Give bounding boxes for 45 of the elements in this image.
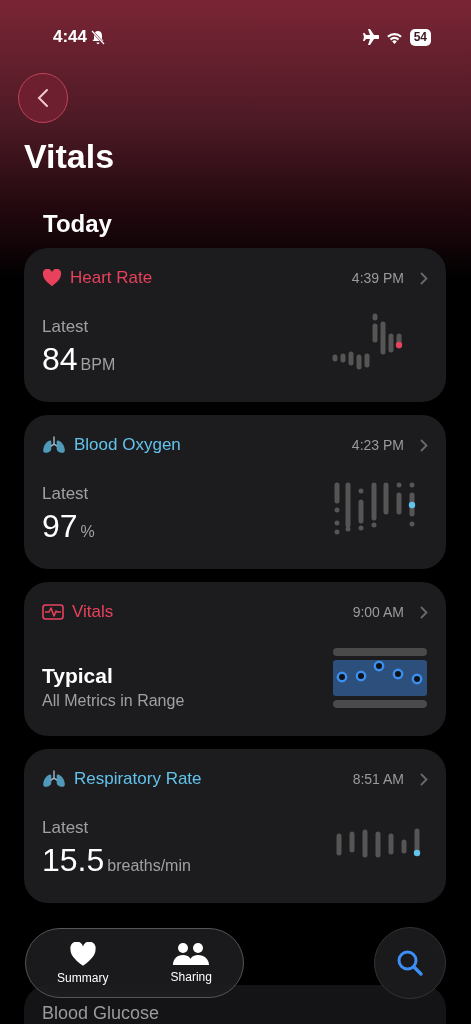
lungs-icon — [42, 436, 66, 454]
metric-value: 15.5 — [42, 842, 105, 879]
detail-text: All Metrics in Range — [42, 692, 185, 709]
card-title: Heart Rate — [70, 268, 153, 288]
time-label: 4:23 PM — [351, 437, 404, 453]
clock-time: 4:44 — [53, 27, 88, 47]
time-label: 8:51 AM — [352, 771, 404, 787]
card-title: Blood Glucose — [42, 1003, 160, 1023]
time-label: 9:00 AM — [352, 604, 404, 620]
bell-slash-icon — [91, 29, 106, 45]
airplane-icon — [360, 29, 379, 45]
lungs-icon — [42, 770, 66, 788]
battery-level: 54 — [409, 28, 431, 46]
card-title: Vitals — [72, 602, 114, 622]
vital-card[interactable]: Respiratory Rate 8:51 AM Latest 15.5 breaths/min — [24, 749, 446, 903]
page-title: Vitals — [24, 137, 116, 176]
section-heading: Today — [43, 210, 113, 238]
heart-icon — [68, 941, 97, 967]
vital-card[interactable]: Vitals 9:00 AM Typical All Metrics in Range — [24, 582, 446, 736]
metric-value: 84 — [42, 341, 78, 378]
metric-label: Latest — [42, 484, 90, 504]
search-icon — [396, 949, 424, 977]
card-title: Blood Oxygen — [74, 435, 181, 455]
heart-icon — [42, 269, 62, 287]
metric-label: Latest — [42, 818, 90, 838]
card-title: Respiratory Rate — [74, 769, 202, 789]
status-text: Typical — [42, 664, 114, 688]
metric-value: 97 — [42, 508, 78, 545]
unit-label: % — [80, 523, 95, 541]
time-label: 4:39 PM — [351, 270, 404, 286]
tab-button[interactable]: Sharing — [162, 938, 220, 988]
metric-label: Latest — [42, 317, 90, 337]
people-icon — [172, 942, 211, 966]
chevron-icon — [420, 271, 428, 285]
vital-card[interactable]: Blood Oxygen 4:23 PM Latest 97% — [24, 415, 446, 569]
chevron-icon — [420, 772, 428, 786]
chevron-icon — [420, 605, 428, 619]
unit-label: BPM — [80, 356, 116, 374]
back-chevron-icon — [37, 88, 49, 108]
chevron-icon — [420, 438, 428, 452]
unit-label: breaths/min — [107, 857, 191, 875]
waveform-icon — [42, 603, 64, 621]
vital-card[interactable]: Heart Rate 4:39 PM Latest 84 BPM — [24, 248, 446, 402]
wifi-icon — [385, 30, 403, 44]
back-button[interactable] — [18, 73, 68, 123]
